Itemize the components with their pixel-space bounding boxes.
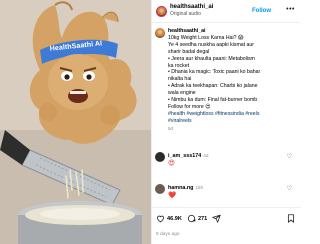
bookmark-icon[interactable] <box>287 214 295 223</box>
commenter-avatar[interactable] <box>155 184 165 194</box>
author-info: healthsaathi_ai Original audio <box>170 4 213 18</box>
comment-item: hamna.ng 15h ❤️ ♡ <box>155 184 298 199</box>
caption-timestamp: 5d <box>168 125 174 131</box>
share-action[interactable] <box>212 214 221 223</box>
author-username[interactable]: healthsaathi_ai <box>170 4 213 11</box>
instagram-post: HealthSaathi AI healthsaathi_ai Original… <box>0 0 301 244</box>
more-options-icon[interactable]: ••• <box>286 6 295 13</box>
comment-item: i_am_sss174 4d 😍 ♡ <box>155 152 298 167</box>
caption-line: Ye 4 seedha nuskha aapki kismat aur <box>168 41 255 48</box>
like-action[interactable]: 46.9K <box>156 214 182 223</box>
post-media[interactable]: HealthSaathi AI <box>0 0 151 244</box>
audio-label[interactable]: Original audio <box>170 11 213 18</box>
comment-icon[interactable] <box>187 214 196 223</box>
caption-username[interactable]: healthsaathi_ai <box>168 28 260 35</box>
comment-username[interactable]: hamna.ng <box>168 185 193 191</box>
follow-button[interactable]: Follow <box>252 8 271 14</box>
caption-line: ka rocket <box>168 62 190 69</box>
caption-line: sharir badal degal <box>168 48 210 55</box>
comment-like-icon[interactable]: ♡ <box>287 153 292 160</box>
heart-icon[interactable] <box>156 214 165 223</box>
comment-text: 😍 <box>168 160 175 167</box>
ginger-grater-illustration <box>0 0 151 244</box>
share-icon[interactable] <box>212 214 221 223</box>
post-side-panel: healthsaathi_ai Original audio Follow ••… <box>151 0 301 244</box>
post-header: healthsaathi_ai Original audio Follow ••… <box>152 0 300 23</box>
commenter-avatar[interactable] <box>155 152 165 162</box>
caption-line: Follow for more 😍 <box>168 103 211 110</box>
caption-line: wala engine <box>168 90 196 97</box>
caption-hashtags[interactable]: #health #weightloss #fitnessindia #reels <box>168 111 260 118</box>
post-date: 5 days ago <box>156 232 180 237</box>
caption-line: • Adrak ka teekhapan: Charbi ko jalane <box>168 83 258 90</box>
caption-line: nikalta hai <box>168 76 192 83</box>
like-count: 46.9K <box>167 215 182 222</box>
caption-line: • Jeera aur khaulta paani: Metabolism <box>168 55 255 62</box>
comment-time: 4d <box>203 153 209 158</box>
comment-like-icon[interactable]: ♡ <box>287 185 292 192</box>
comment-text: ❤️ <box>168 192 177 199</box>
comment-count: 271 <box>197 215 208 222</box>
comment-time: 15h <box>195 185 204 190</box>
comment-action[interactable]: 271 <box>187 214 207 223</box>
action-bar: 46.9K 271 <box>152 207 301 229</box>
caption-line: 10kg Weight Loss Karna Hai? 😱 <box>168 34 244 41</box>
author-avatar[interactable] <box>156 5 167 17</box>
caption-hashtags[interactable]: #viralreels <box>168 118 260 125</box>
comment-username[interactable]: i_am_sss174 <box>168 153 201 159</box>
caption-avatar[interactable] <box>155 28 165 38</box>
post-caption: healthsaathi_ai 10kg Weight Loss Karna H… <box>155 28 298 133</box>
caption-line: • Dhania ka magic: Toxic paani ko bahar <box>168 69 261 76</box>
caption-line: • Nimbu ka dum: Final fat-burner bomb <box>168 97 258 104</box>
